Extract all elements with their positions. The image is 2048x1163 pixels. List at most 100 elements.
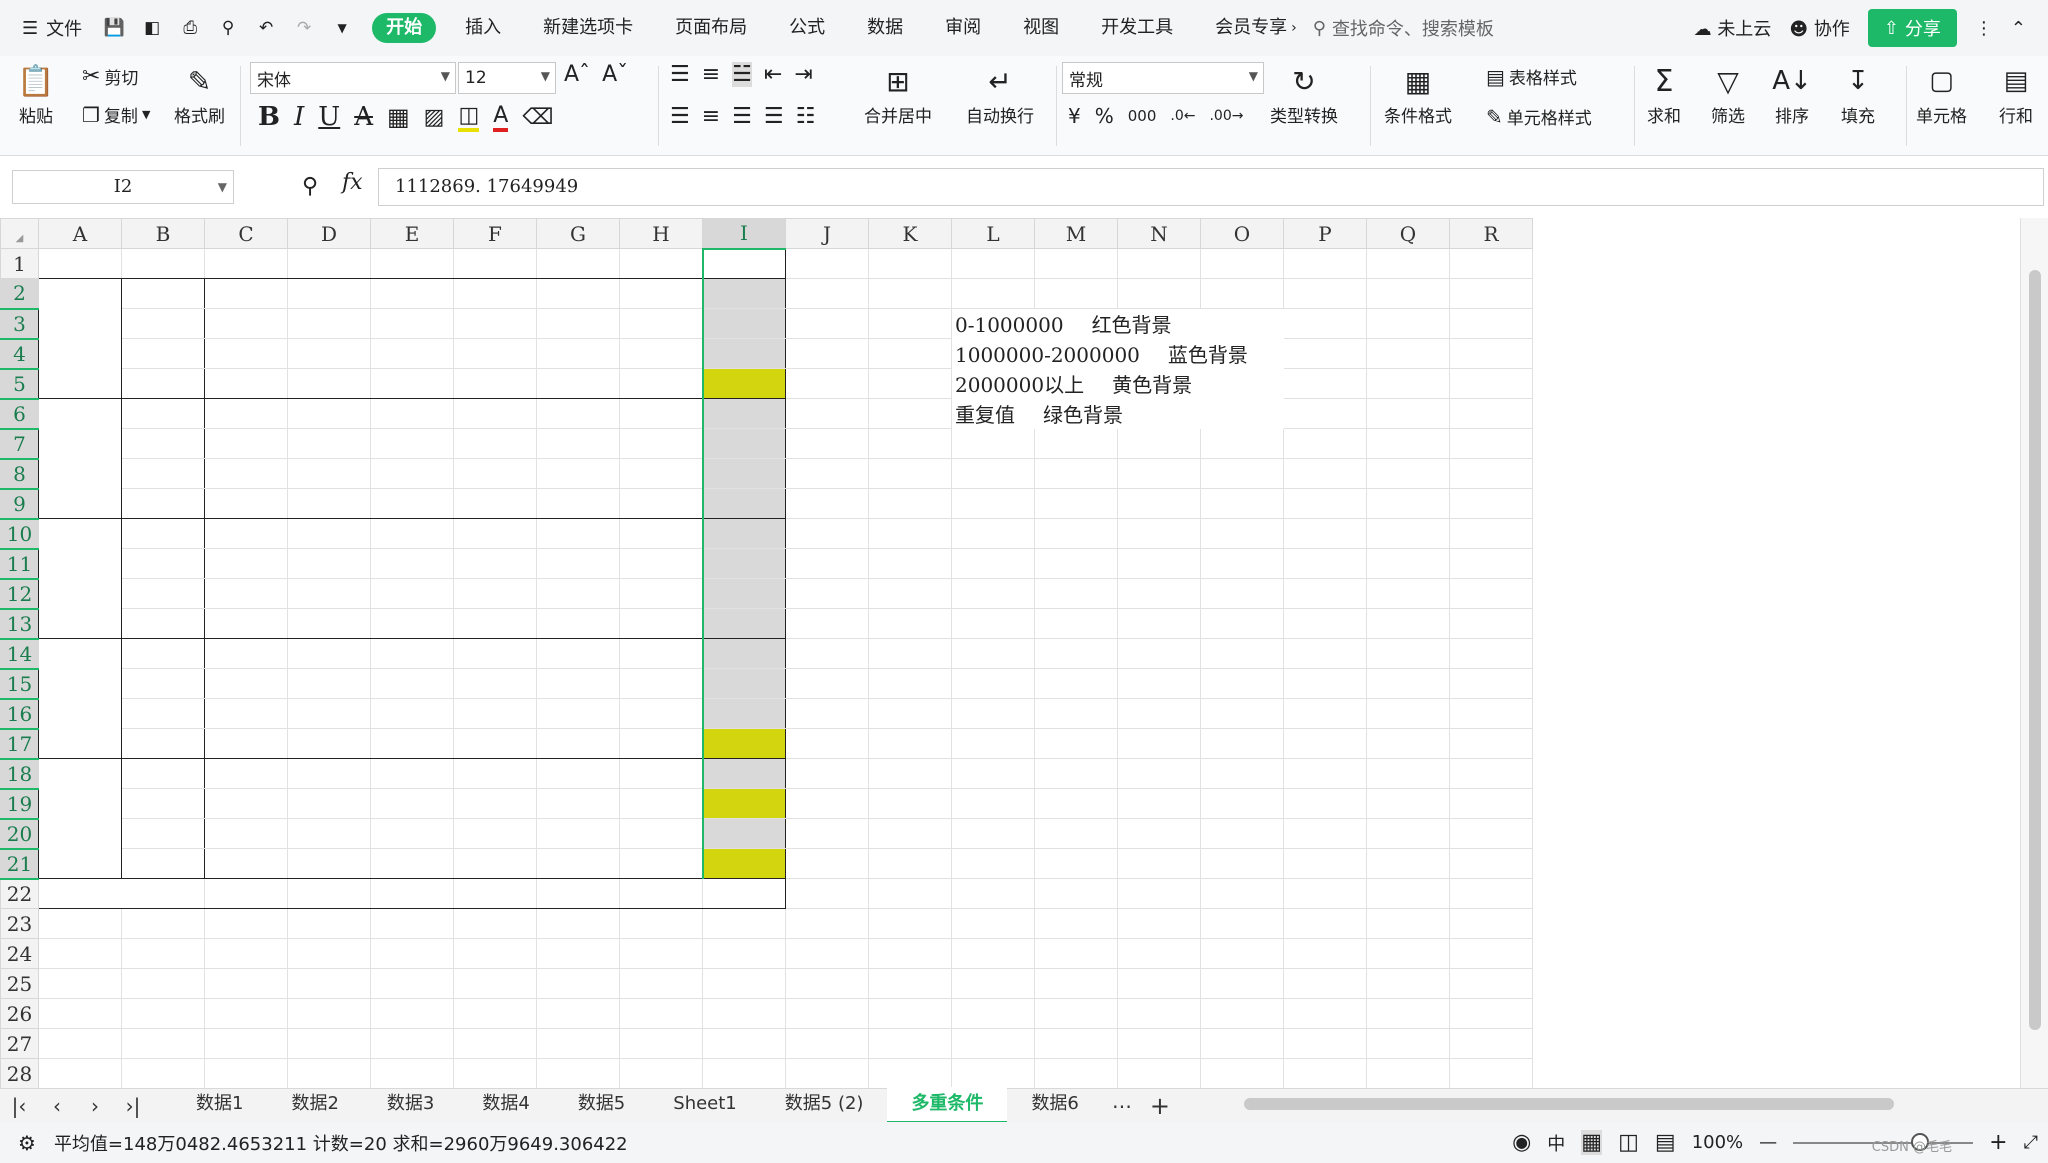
cell[interactable] [619, 578, 703, 609]
cell[interactable] [1366, 818, 1450, 849]
cell[interactable] [1200, 608, 1284, 639]
decrease-indent-icon[interactable]: ⇤ [764, 62, 782, 87]
cell[interactable] [1117, 608, 1201, 639]
cell[interactable] [453, 428, 537, 459]
cell[interactable] [453, 788, 537, 819]
cell[interactable] [1283, 338, 1367, 369]
cell[interactable] [204, 428, 288, 459]
cell[interactable] [370, 518, 454, 549]
cell[interactable] [121, 728, 205, 759]
cell[interactable] [1283, 488, 1367, 519]
cell[interactable] [619, 938, 703, 969]
cell[interactable] [702, 908, 786, 939]
zoom-level[interactable]: 100% [1692, 1132, 1743, 1153]
cell[interactable] [619, 368, 703, 399]
copy-button[interactable]: ❐ 复制 ▼ [82, 102, 150, 128]
cell[interactable] [453, 908, 537, 939]
cell[interactable] [619, 458, 703, 489]
page-layout-view-icon[interactable]: ◫ [1618, 1130, 1639, 1155]
cell[interactable] [204, 848, 288, 879]
cell[interactable] [287, 818, 371, 849]
cell[interactable] [951, 248, 1035, 279]
cell[interactable] [785, 638, 869, 669]
sheet-tab[interactable]: 数据5 (2) [761, 1087, 888, 1124]
thousands-icon[interactable]: 000 [1128, 107, 1157, 125]
cell[interactable] [287, 1058, 371, 1088]
cell[interactable] [785, 248, 869, 279]
cell[interactable] [536, 488, 620, 519]
cell[interactable] [1366, 878, 1450, 909]
print-icon[interactable]: ⎙ [176, 14, 204, 42]
cell[interactable] [453, 518, 537, 549]
cell[interactable] [951, 848, 1035, 879]
cell[interactable] [287, 1028, 371, 1059]
sheet-tab[interactable]: Sheet1 [649, 1087, 761, 1124]
cell[interactable] [868, 578, 952, 609]
cell[interactable] [1366, 758, 1450, 789]
function-icon[interactable]: fx [342, 170, 363, 195]
cell[interactable] [1117, 248, 1201, 279]
row-header[interactable]: 1 [0, 248, 39, 279]
cell[interactable] [287, 548, 371, 579]
cell[interactable] [453, 938, 537, 969]
cell[interactable] [1034, 488, 1118, 519]
cell[interactable] [701, 848, 786, 879]
cell[interactable] [951, 608, 1035, 639]
cell[interactable] [951, 638, 1035, 669]
cell[interactable] [785, 518, 869, 549]
cell[interactable] [702, 968, 786, 999]
cell[interactable] [1449, 938, 1533, 969]
cell[interactable] [287, 518, 371, 549]
cell[interactable] [868, 338, 952, 369]
cell[interactable] [868, 668, 952, 699]
cell[interactable] [951, 578, 1035, 609]
eraser-icon[interactable]: ⌫ [522, 105, 553, 130]
cell[interactable] [701, 668, 786, 699]
cell[interactable] [453, 1058, 537, 1088]
cell[interactable] [287, 398, 371, 429]
cell[interactable] [204, 368, 288, 399]
cell[interactable] [619, 698, 703, 729]
cell[interactable] [619, 968, 703, 999]
cell[interactable] [701, 368, 786, 399]
cell[interactable] [370, 368, 454, 399]
cell[interactable] [1366, 488, 1450, 519]
cell[interactable] [453, 758, 537, 789]
cell[interactable] [1366, 248, 1450, 279]
legend-note[interactable]: 重复值 绿色背景 [951, 398, 1284, 429]
cell[interactable] [1449, 458, 1533, 489]
cell[interactable] [1283, 1028, 1367, 1059]
vertical-scrollbar[interactable] [2020, 218, 2048, 1088]
cell[interactable] [619, 848, 703, 879]
region-cell[interactable] [38, 278, 122, 399]
cell[interactable] [370, 488, 454, 519]
cell[interactable] [1449, 278, 1533, 309]
cell[interactable] [287, 848, 371, 879]
cell[interactable] [1449, 728, 1533, 759]
cell[interactable] [121, 698, 205, 729]
type-convert-button[interactable]: ↻ 类型转换 [1270, 60, 1338, 128]
cell[interactable] [701, 548, 786, 579]
tab-home[interactable]: 开始 [372, 13, 437, 43]
cell[interactable] [1117, 998, 1201, 1029]
cell[interactable] [868, 638, 952, 669]
cell[interactable] [204, 998, 288, 1029]
cell[interactable] [1200, 458, 1284, 489]
row-header[interactable]: 8 [0, 458, 39, 490]
cell[interactable] [1034, 848, 1118, 879]
cell[interactable] [868, 878, 952, 909]
cell[interactable] [536, 1058, 620, 1088]
cell[interactable] [1449, 248, 1533, 279]
cell[interactable] [370, 308, 454, 339]
cell[interactable] [1117, 428, 1201, 459]
cell[interactable] [121, 428, 205, 459]
cell[interactable] [619, 518, 703, 549]
print-preview-icon[interactable]: ⚲ [214, 14, 242, 42]
cell[interactable] [287, 908, 371, 939]
cell[interactable] [701, 518, 786, 549]
cell[interactable] [785, 968, 869, 999]
cell[interactable] [1034, 458, 1118, 489]
cell[interactable] [1034, 818, 1118, 849]
column-header-d[interactable]: D [287, 218, 371, 249]
cell[interactable] [204, 308, 288, 339]
